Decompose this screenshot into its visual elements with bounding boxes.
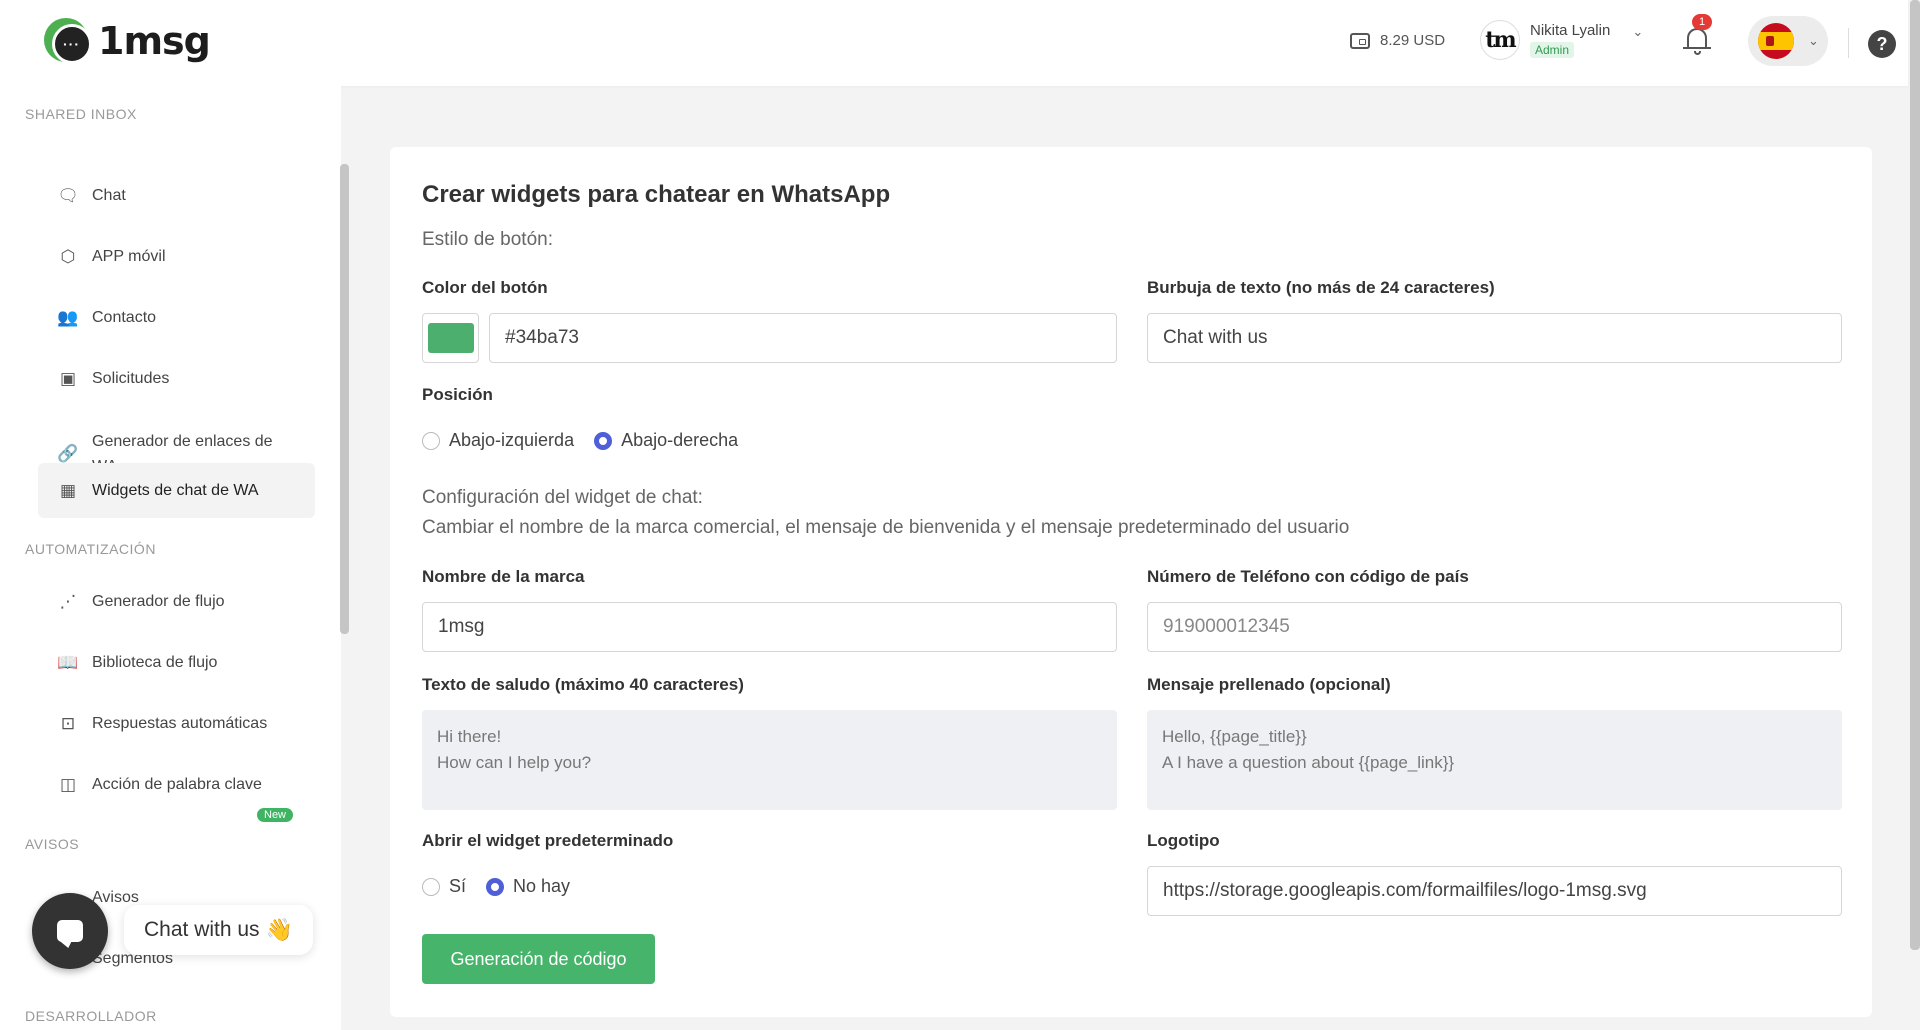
prefilled-line: A I have a question about {{page_link}} — [1162, 753, 1455, 772]
mobile-app-icon: ⬡ — [60, 246, 76, 266]
open-default-radio-group: Sí No hay — [422, 876, 570, 897]
link-icon: 🔗 — [57, 444, 79, 463]
header-divider — [1848, 28, 1849, 58]
sidebar-item-flow-builder[interactable]: ⋰ Generador de flujo — [38, 574, 315, 629]
sidebar-item-chat[interactable]: 🗨 Chat — [38, 168, 315, 223]
radio-no-label: No hay — [513, 876, 571, 896]
spain-flag-icon — [1758, 23, 1794, 59]
page-title: Crear widgets para chatear en WhatsApp — [422, 181, 891, 208]
chat-icon: 🗨 — [57, 185, 79, 205]
requests-icon: ▣ — [59, 368, 77, 388]
library-icon: 📖 — [57, 652, 79, 672]
phone-input[interactable]: 919000012345 — [1147, 602, 1842, 652]
color-swatch — [427, 323, 474, 353]
button-style-heading: Estilo de botón: — [422, 229, 553, 250]
sidebar-scrollbar[interactable] — [340, 164, 349, 634]
app-logo[interactable]: ··· 1msg — [42, 16, 211, 66]
phone-label: Número de Teléfono con código de país — [1147, 567, 1469, 586]
help-icon[interactable]: ? — [1868, 30, 1896, 58]
section-developer: DESARROLLADOR — [25, 1008, 157, 1024]
prefilled-textarea[interactable]: Hello, {{page_title}} A I have a questio… — [1147, 710, 1842, 810]
widget-form-card: Crear widgets para chatear en WhatsApp E… — [390, 147, 1872, 1017]
wave-icon: 👋 — [265, 917, 293, 942]
chevron-down-icon: ⌄ — [1632, 24, 1644, 39]
radio-yes[interactable] — [422, 877, 440, 896]
auto-reply-icon: ⊡ — [60, 713, 76, 733]
sidebar-item-label: Contacto — [92, 309, 157, 326]
wallet-icon — [1350, 32, 1370, 49]
sidebar-item-wa-widgets[interactable]: ▦ Widgets de chat de WA — [38, 463, 315, 518]
sidebar-item-auto-replies[interactable]: ⊡ Respuestas automáticas — [38, 696, 315, 751]
radio-bottom-left-label: Abajo-izquierda — [449, 430, 575, 450]
radio-bottom-left[interactable] — [422, 431, 440, 450]
flow-icon: ⋰ — [59, 591, 77, 611]
user-name: Nikita Lyalin — [1530, 22, 1611, 39]
widgets-icon: ▦ — [59, 480, 77, 500]
radio-no[interactable] — [486, 877, 505, 896]
chat-widget-bubble[interactable]: Chat with us 👋 — [124, 905, 313, 955]
position-label: Posición — [422, 385, 493, 404]
logo-url-input[interactable]: https://storage.googleapis.com/formailfi… — [1147, 866, 1842, 916]
sidebar-item-requests[interactable]: ▣ Solicitudes — [38, 351, 315, 406]
new-badge: New — [257, 808, 294, 822]
sidebar-item-flow-library[interactable]: 📖 Biblioteca de flujo — [38, 635, 315, 690]
greeting-textarea[interactable]: Hi there! How can I help you? — [422, 710, 1117, 810]
balance-value: 8.29 USD — [1380, 32, 1446, 49]
chat-bubble-icon — [57, 920, 83, 942]
greeting-line: How can I help you? — [437, 753, 592, 772]
avatar: tm — [1480, 20, 1520, 60]
sidebar-item-label: Biblioteca de flujo — [92, 654, 218, 671]
language-selector[interactable]: ⌄ — [1748, 16, 1828, 66]
sidebar-item-label: Respuestas automáticas — [92, 715, 268, 732]
contacts-icon: 👥 — [57, 307, 79, 327]
page-scrollbar[interactable] — [1910, 0, 1920, 950]
section-shared-inbox: SHARED INBOX — [25, 106, 137, 122]
radio-bottom-right-label: Abajo-derecha — [621, 430, 739, 450]
sidebar-item-label: Widgets de chat de WA — [92, 482, 259, 499]
bubble-text-label: Burbuja de texto (no más de 24 caractere… — [1147, 278, 1495, 297]
radio-bottom-right[interactable] — [594, 431, 613, 450]
logo-icon: ··· — [42, 16, 92, 66]
prefilled-line: Hello, {{page_title}} — [1162, 727, 1307, 746]
sidebar-item-label: Acción de palabra clave — [92, 776, 262, 793]
prefilled-label: Mensaje prellenado (opcional) — [1147, 675, 1391, 694]
sidebar-item-label: Generador de flujo — [92, 593, 225, 610]
sidebar-item-label: Chat — [92, 187, 126, 204]
sidebar-item-label: APP móvil — [92, 248, 166, 265]
user-role-badge: Admin — [1530, 42, 1575, 58]
bubble-text-input[interactable]: Chat with us — [1147, 313, 1842, 363]
button-color-input[interactable]: #34ba73 — [489, 313, 1117, 363]
notification-badge: 1 — [1692, 14, 1713, 30]
open-default-label: Abrir el widget predeterminado — [422, 831, 674, 850]
sidebar: SHARED INBOX 🗨 Chat ⬡ APP móvil 👥 Contac… — [0, 86, 341, 1030]
greeting-label: Texto de saludo (máximo 40 caracteres) — [422, 675, 744, 694]
chat-widget-button[interactable] — [32, 893, 108, 969]
sidebar-item-label: Solicitudes — [92, 370, 170, 387]
top-header: ··· 1msg 8.29 USD tm Nikita Lyalin Admin… — [0, 0, 1908, 86]
button-color-label: Color del botón — [422, 278, 548, 297]
sidebar-item-contacts[interactable]: 👥 Contacto — [38, 290, 315, 345]
section-automation: AUTOMATIZACIÓN — [25, 541, 156, 557]
logo-label: Logotipo — [1147, 831, 1220, 850]
brand-name-label: Nombre de la marca — [422, 567, 585, 586]
sidebar-item-mobile-app[interactable]: ⬡ APP móvil — [38, 229, 315, 284]
user-menu[interactable]: tm Nikita Lyalin Admin ⌄ — [1480, 20, 1643, 60]
section-notices: AVISOS — [25, 836, 80, 852]
generate-code-button[interactable]: Generación de código — [422, 934, 655, 984]
balance[interactable]: 8.29 USD — [1350, 32, 1445, 49]
sidebar-item-keyword-action[interactable]: ◫ Acción de palabra clave — [38, 757, 315, 812]
logo-text: 1msg — [98, 19, 211, 63]
radio-yes-label: Sí — [449, 876, 467, 896]
widget-config-description: Cambiar el nombre de la marca comercial,… — [422, 517, 1350, 538]
greeting-line: Hi there! — [437, 727, 502, 746]
keyword-icon: ◫ — [59, 774, 77, 794]
chat-widget-text: Chat with us — [144, 918, 260, 941]
brand-name-input[interactable]: 1msg — [422, 602, 1117, 652]
position-radio-group: Abajo-izquierda Abajo-derecha — [422, 430, 738, 451]
widget-config-heading: Configuración del widget de chat: — [422, 487, 703, 508]
color-picker[interactable] — [422, 313, 479, 363]
chevron-down-icon: ⌄ — [1808, 33, 1819, 48]
